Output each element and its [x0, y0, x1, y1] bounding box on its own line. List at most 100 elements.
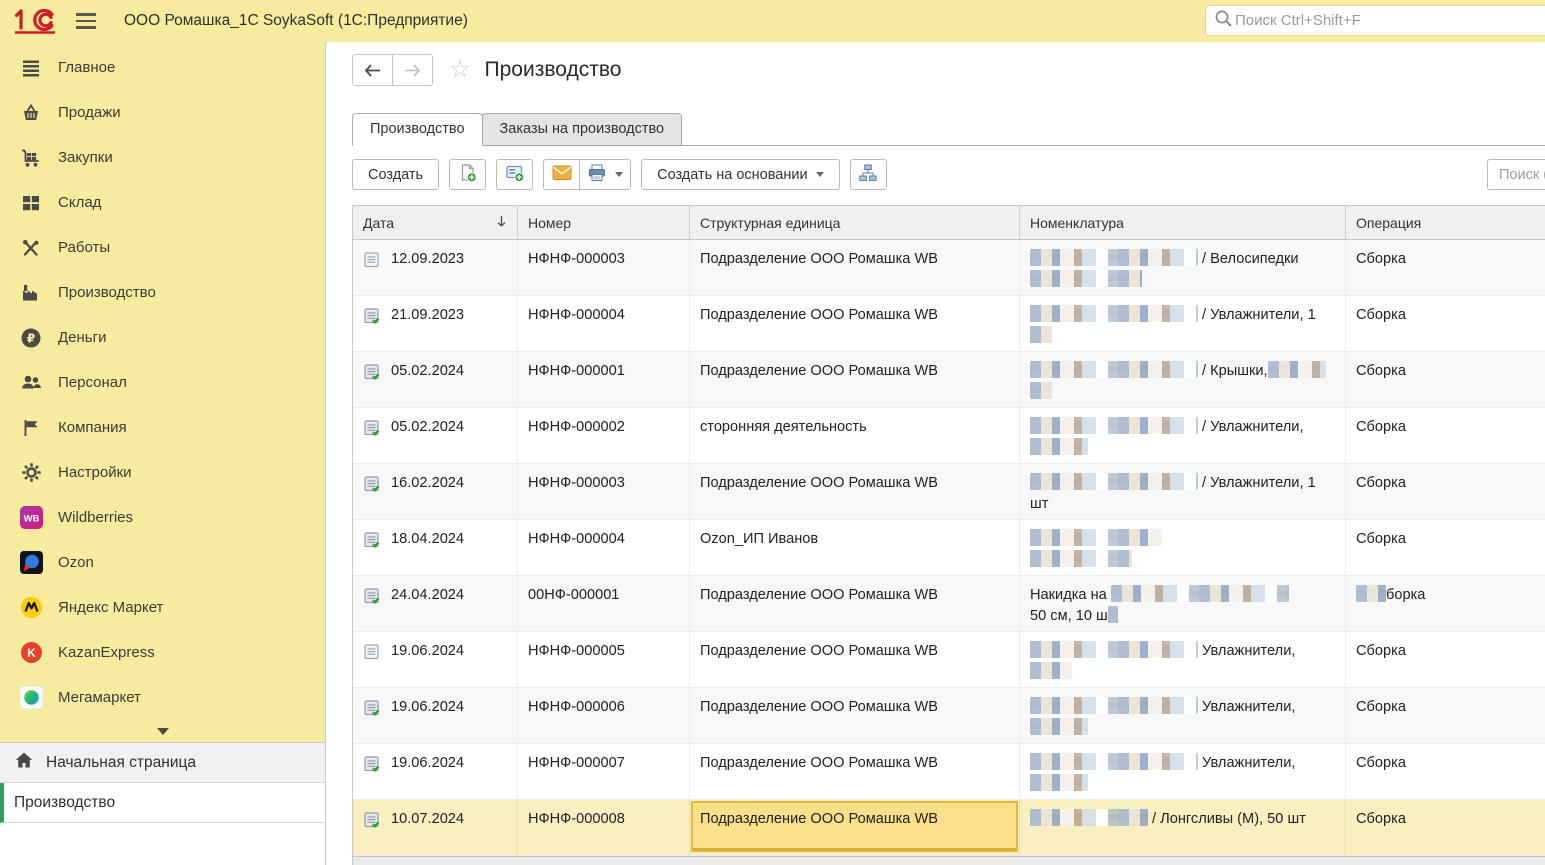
- tab-0[interactable]: Производство: [352, 113, 483, 146]
- sidebar-item-people[interactable]: Персонал: [0, 360, 325, 405]
- global-search[interactable]: [1205, 5, 1545, 36]
- email-button[interactable]: [543, 159, 580, 190]
- create-based-on-button[interactable]: Создать на основании: [641, 159, 839, 190]
- cell-unit[interactable]: Подразделение ООО Ромашка WB: [690, 688, 1020, 743]
- cell-unit[interactable]: сторонняя деятельность: [690, 408, 1020, 463]
- cell-operation[interactable]: Сборка: [1346, 632, 1545, 687]
- favorite-star-icon[interactable]: ☆: [449, 58, 471, 82]
- sidebar-item-wildberries[interactable]: WBWildberries: [0, 495, 325, 540]
- sidebar-item-yandex-market[interactable]: Яндекс Маркет: [0, 585, 325, 630]
- cell-nomenclature[interactable]: Увлажнители,: [1020, 632, 1346, 687]
- sidebar-item-factory[interactable]: Производство: [0, 270, 325, 315]
- table-row[interactable]: 19.06.2024НФНФ-000007Подразделение ООО Р…: [353, 744, 1545, 800]
- list-search[interactable]: [1487, 159, 1545, 190]
- sidebar-item-warehouse[interactable]: Склад: [0, 180, 325, 225]
- sidebar-item-kazanexpress[interactable]: KKazanExpress: [0, 630, 325, 675]
- column-header-0[interactable]: Дата: [353, 206, 518, 239]
- table-row[interactable]: 05.02.2024НФНФ-000001Подразделение ООО Р…: [353, 352, 1545, 408]
- sidebar-item-menu-lines[interactable]: Главное: [0, 45, 325, 90]
- open-page-tab[interactable]: Производство: [0, 783, 325, 823]
- cell-number[interactable]: НФНФ-000004: [518, 296, 690, 351]
- tab-1[interactable]: Заказы на производство: [482, 113, 683, 146]
- cell-nomenclature[interactable]: Увлажнители,: [1020, 688, 1346, 743]
- table-row[interactable]: 18.04.2024НФНФ-000004Ozon_ИП ИвановСборк…: [353, 520, 1545, 576]
- cell-unit[interactable]: Подразделение ООО Ромашка WB: [690, 464, 1020, 519]
- sidebar-item-flag[interactable]: Компания: [0, 405, 325, 450]
- cell-unit[interactable]: Ozon_ИП Иванов: [690, 520, 1020, 575]
- column-header-4[interactable]: Операция: [1346, 206, 1545, 239]
- cell-operation[interactable]: Сборка: [1346, 800, 1545, 855]
- active-cell[interactable]: Подразделение ООО Ромашка WB: [691, 801, 1018, 852]
- cell-nomenclature[interactable]: / Увлажнители, 1: [1020, 296, 1346, 351]
- table-row[interactable]: 16.02.2024НФНФ-000003Подразделение ООО Р…: [353, 464, 1545, 520]
- cell-operation[interactable]: Сборка: [1346, 296, 1545, 351]
- create-button[interactable]: Создать: [352, 159, 439, 190]
- cell-unit[interactable]: Подразделение ООО Ромашка WB: [690, 240, 1020, 295]
- cell-number[interactable]: НФНФ-000008: [518, 800, 690, 855]
- cell-operation[interactable]: борка: [1346, 576, 1545, 631]
- column-header-3[interactable]: Номенклатура: [1020, 206, 1346, 239]
- cell-date[interactable]: 21.09.2023: [353, 296, 518, 351]
- forward-button[interactable]: [392, 54, 433, 86]
- cell-date[interactable]: 19.06.2024: [353, 632, 518, 687]
- sidebar-item-ozon[interactable]: Ozon: [0, 540, 325, 585]
- cell-nomenclature[interactable]: Накидка на 50 см, 10 ш: [1020, 576, 1346, 631]
- cell-date[interactable]: 12.09.2023: [353, 240, 518, 295]
- cell-number[interactable]: НФНФ-000002: [518, 408, 690, 463]
- table-row[interactable]: 19.06.2024НФНФ-000006Подразделение ООО Р…: [353, 688, 1545, 744]
- cell-number[interactable]: НФНФ-000006: [518, 688, 690, 743]
- copy-document-button[interactable]: [449, 159, 486, 190]
- global-search-input[interactable]: [1233, 11, 1545, 30]
- cell-number[interactable]: НФНФ-000004: [518, 520, 690, 575]
- list-search-input[interactable]: [1497, 166, 1545, 184]
- cell-nomenclature[interactable]: / Лонгсливы (М), 50 шт: [1020, 800, 1346, 855]
- sidebar-collapse-button[interactable]: [0, 720, 325, 743]
- cell-number[interactable]: НФНФ-000007: [518, 744, 690, 799]
- new-card-button[interactable]: [496, 159, 533, 190]
- cell-operation[interactable]: Сборка: [1346, 464, 1545, 519]
- cell-operation[interactable]: Сборка: [1346, 520, 1545, 575]
- main-menu-icon[interactable]: [76, 13, 96, 28]
- sidebar-item-tools[interactable]: Работы: [0, 225, 325, 270]
- table-row[interactable]: 05.02.2024НФНФ-000002сторонняя деятельно…: [353, 408, 1545, 464]
- cell-nomenclature[interactable]: Увлажнители,: [1020, 744, 1346, 799]
- sidebar-item-home[interactable]: Начальная страница: [0, 743, 325, 783]
- table-row[interactable]: 12.09.2023НФНФ-000003Подразделение ООО Р…: [353, 240, 1545, 296]
- sidebar-item-basket[interactable]: Продажи: [0, 90, 325, 135]
- cell-operation[interactable]: Сборка: [1346, 352, 1545, 407]
- cell-unit[interactable]: Подразделение ООО Ромашка WB: [690, 632, 1020, 687]
- column-header-1[interactable]: Номер: [518, 206, 690, 239]
- cell-nomenclature[interactable]: / Крышки,: [1020, 352, 1346, 407]
- cell-unit[interactable]: Подразделение ООО Ромашка WB: [690, 296, 1020, 351]
- cell-unit[interactable]: Подразделение ООО Ромашка WB: [690, 744, 1020, 799]
- print-button[interactable]: [579, 159, 631, 190]
- back-button[interactable]: [352, 54, 393, 86]
- cell-operation[interactable]: Сборка: [1346, 408, 1545, 463]
- cell-nomenclature[interactable]: / Велосипедки: [1020, 240, 1346, 295]
- cell-unit[interactable]: Подразделение ООО Ромашка WB: [690, 352, 1020, 407]
- cell-number[interactable]: 00НФ-000001: [518, 576, 690, 631]
- cell-date[interactable]: 19.06.2024: [353, 688, 518, 743]
- cell-nomenclature[interactable]: / Увлажнители,: [1020, 408, 1346, 463]
- cell-number[interactable]: НФНФ-000005: [518, 632, 690, 687]
- cell-date[interactable]: 05.02.2024: [353, 352, 518, 407]
- table-row[interactable]: 21.09.2023НФНФ-000004Подразделение ООО Р…: [353, 296, 1545, 352]
- cell-operation[interactable]: Сборка: [1346, 744, 1545, 799]
- cell-date[interactable]: 10.07.2024: [353, 800, 518, 855]
- cell-number[interactable]: НФНФ-000003: [518, 240, 690, 295]
- horizontal-scrollbar[interactable]: [353, 856, 1545, 865]
- cell-date[interactable]: 24.04.2024: [353, 576, 518, 631]
- column-header-2[interactable]: Структурная единица: [690, 206, 1020, 239]
- sidebar-item-cart[interactable]: Закупки: [0, 135, 325, 180]
- cell-number[interactable]: НФНФ-000003: [518, 464, 690, 519]
- cell-date[interactable]: 19.06.2024: [353, 744, 518, 799]
- cell-number[interactable]: НФНФ-000001: [518, 352, 690, 407]
- cell-date[interactable]: 16.02.2024: [353, 464, 518, 519]
- sidebar-item-gear[interactable]: Настройки: [0, 450, 325, 495]
- table-row[interactable]: 19.06.2024НФНФ-000005Подразделение ООО Р…: [353, 632, 1545, 688]
- cell-date[interactable]: 05.02.2024: [353, 408, 518, 463]
- sidebar-item-megamarket[interactable]: Мегамаркет: [0, 675, 325, 720]
- table-row[interactable]: 24.04.202400НФ-000001Подразделение ООО Р…: [353, 576, 1545, 632]
- cell-operation[interactable]: Сборка: [1346, 688, 1545, 743]
- cell-nomenclature[interactable]: / Увлажнители, 1шт: [1020, 464, 1346, 519]
